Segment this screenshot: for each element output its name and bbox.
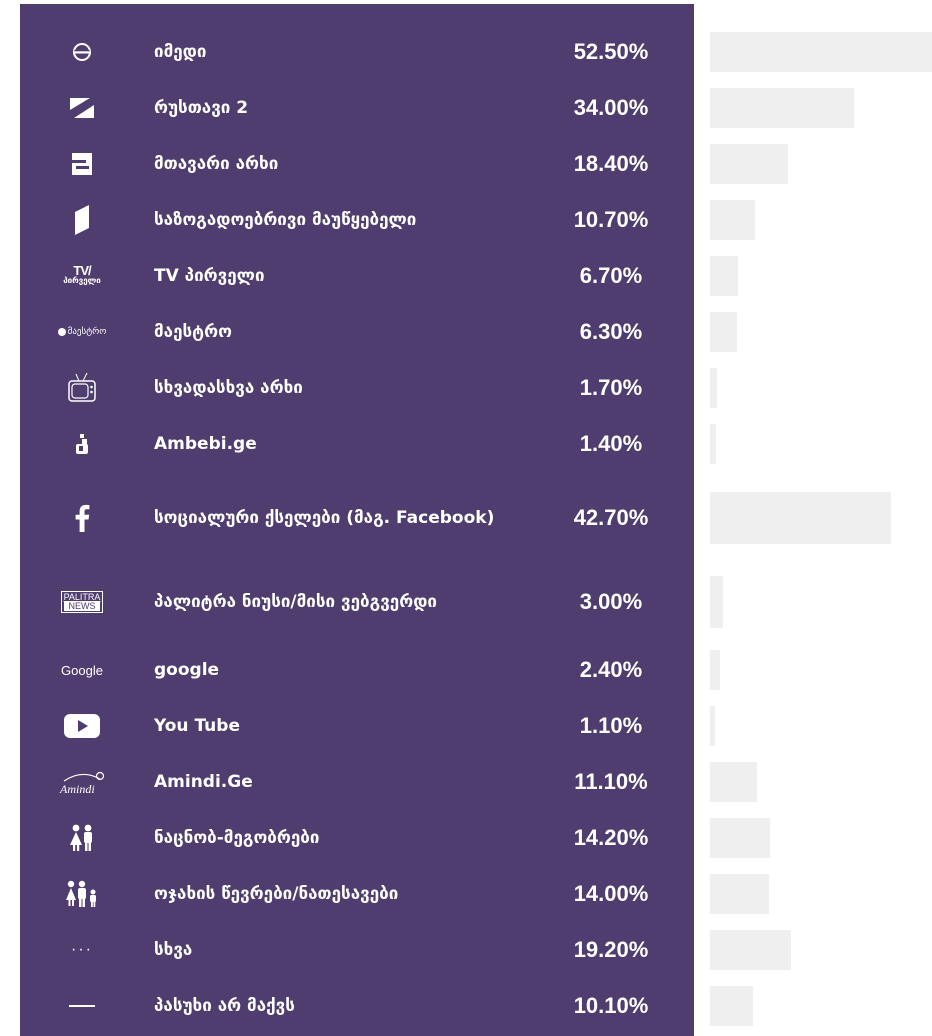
- value-label: 1.40%: [579, 431, 643, 456]
- rustavi2-logo-icon: [20, 86, 144, 130]
- friends-icon: [20, 816, 144, 860]
- bar: [710, 256, 738, 296]
- value-label: 6.30%: [579, 319, 643, 344]
- bar: [710, 874, 769, 914]
- bar: [710, 930, 791, 970]
- category-label: google: [154, 660, 220, 680]
- bar: [710, 650, 720, 690]
- tv-pirveli-logo-icon: TV/პირველი: [63, 263, 101, 285]
- tv-set-icon: [20, 366, 144, 410]
- category-label: ოჯახის წევრები/ნათესავები: [154, 884, 399, 904]
- dash-icon: [20, 984, 144, 1028]
- category-label: პასუხი არ მაქვს: [154, 996, 295, 1016]
- palitra-news-logo-icon: PALITRA NEWS: [20, 560, 144, 644]
- value-label: 42.70%: [573, 505, 649, 530]
- value-label: 19.20%: [573, 937, 649, 962]
- category-label: მთავარი არხი: [154, 154, 279, 174]
- bar: [710, 762, 757, 802]
- bar: [710, 368, 717, 408]
- category-label: You Tube: [154, 716, 240, 736]
- category-label: Amindi.Ge: [154, 772, 253, 792]
- value-label: 14.00%: [573, 881, 649, 906]
- value-label: 18.40%: [573, 151, 649, 176]
- category-label: TV პირველი: [154, 266, 265, 286]
- value-label: 10.10%: [573, 993, 649, 1018]
- bar: [710, 492, 891, 544]
- value-label: 14.20%: [573, 825, 649, 850]
- value-label: 34.00%: [573, 95, 649, 120]
- bar: [710, 706, 715, 746]
- value-label: 3.00%: [579, 589, 643, 614]
- ellipsis-icon: ···: [71, 941, 93, 958]
- value-label: 10.70%: [573, 207, 649, 232]
- maestro-logo-icon: მაესტრო: [20, 310, 144, 354]
- bar: [710, 144, 788, 184]
- category-label: საზოგადოებრივი მაუწყებელი: [154, 210, 417, 230]
- google-logo-icon: Google: [61, 662, 103, 678]
- mtavari-logo-icon: [20, 142, 144, 186]
- svg-text:Amindi: Amindi: [59, 782, 95, 796]
- imedi-logo-icon: [20, 30, 144, 74]
- bar: [710, 424, 716, 464]
- bar: [710, 32, 932, 72]
- bar: [710, 986, 753, 1026]
- bar: [710, 818, 770, 858]
- bar: [710, 200, 755, 240]
- category-label: სხვადასხვა არხი: [154, 378, 303, 398]
- bar: [710, 312, 737, 352]
- value-label: 1.70%: [579, 375, 643, 400]
- value-label: 2.40%: [579, 657, 643, 682]
- category-label: ნაცნობ-მეგობრები: [154, 828, 320, 848]
- value-label: 6.70%: [579, 263, 643, 288]
- category-label: სოციალური ქსელები (მაგ. Facebook): [154, 508, 495, 528]
- bar: [710, 88, 854, 128]
- value-label: 11.10%: [574, 769, 648, 794]
- category-label: იმედი: [154, 42, 207, 62]
- ambebi-logo-icon: [20, 422, 144, 466]
- category-label: პალიტრა ნიუსი/მისი ვებგვერდი: [154, 592, 437, 612]
- category-label: სხვა: [154, 940, 193, 960]
- category-label: Ambebi.ge: [154, 434, 257, 454]
- facebook-icon: [20, 478, 144, 558]
- category-label: რუსთავი 2: [154, 98, 249, 118]
- value-label: 1.10%: [579, 713, 643, 738]
- value-label: 52.50%: [573, 39, 649, 64]
- bar: [710, 576, 723, 628]
- amindi-logo-icon: Amindi: [20, 760, 144, 804]
- category-label: მაესტრო: [154, 322, 232, 342]
- public-broadcaster-logo-icon: [20, 198, 144, 242]
- youtube-icon: [20, 704, 144, 748]
- family-icon: [20, 872, 144, 916]
